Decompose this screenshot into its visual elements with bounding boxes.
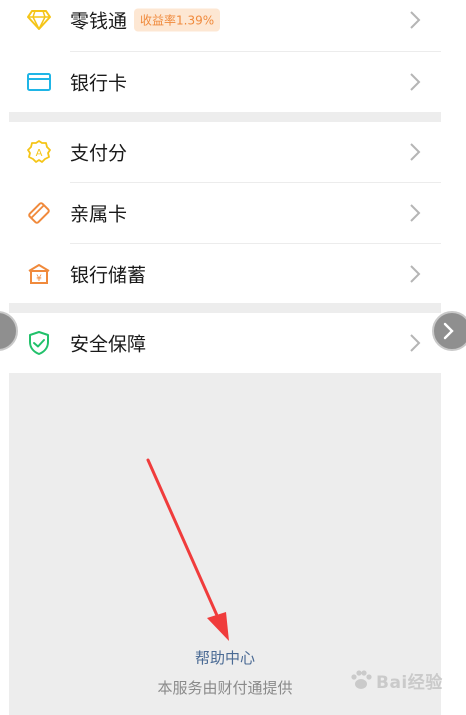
bank-savings-icon: ¥ xyxy=(26,261,52,287)
list-item-label: 安全保障 xyxy=(70,333,147,356)
services-group: A 支付分 亲属卡 ¥ 银行储蓄 xyxy=(9,122,441,303)
list-item-pay-score[interactable]: A 支付分 xyxy=(9,122,441,182)
next-nav-button[interactable] xyxy=(432,311,466,351)
chevron-right-icon xyxy=(410,143,421,161)
diamond-icon xyxy=(26,7,52,33)
security-group: 安全保障 xyxy=(9,313,441,373)
list-item-label: 亲属卡 xyxy=(70,203,128,226)
chevron-right-icon xyxy=(410,265,421,283)
chevron-right-icon xyxy=(443,322,454,340)
list-item-security[interactable]: 安全保障 xyxy=(9,313,441,373)
list-item-family-card[interactable]: 亲属卡 xyxy=(9,183,441,243)
list-item-lingqiantong[interactable]: 零钱通 收益率1.39% xyxy=(9,0,441,50)
list-item-label: 银行储蓄 xyxy=(70,264,147,287)
svg-text:¥: ¥ xyxy=(36,274,42,284)
wallet-group: 零钱通 收益率1.39% 银行卡 xyxy=(9,0,441,112)
paw-logo-icon xyxy=(351,670,372,689)
shield-check-icon xyxy=(26,330,52,356)
yield-rate-badge: 收益率1.39% xyxy=(134,8,221,32)
chevron-left-icon xyxy=(0,323,4,339)
family-card-icon xyxy=(26,200,52,226)
list-item-label: 零钱通 xyxy=(70,10,128,33)
baidu-watermark: Bai经验 xyxy=(348,663,460,697)
chevron-right-icon xyxy=(410,11,421,29)
chevron-right-icon xyxy=(410,334,421,352)
chevron-right-icon xyxy=(410,73,421,91)
list-item-bank-savings[interactable]: ¥ 银行储蓄 xyxy=(9,244,441,304)
chevron-right-icon xyxy=(410,204,421,222)
bank-card-icon xyxy=(26,69,52,95)
svg-text:A: A xyxy=(36,148,43,159)
watermark-text: Bai经验 xyxy=(376,672,443,693)
list-item-label: 银行卡 xyxy=(70,72,128,95)
pay-score-icon: A xyxy=(26,139,52,165)
list-item-bank-card[interactable]: 银行卡 xyxy=(9,52,441,112)
list-item-label: 支付分 xyxy=(70,142,128,165)
